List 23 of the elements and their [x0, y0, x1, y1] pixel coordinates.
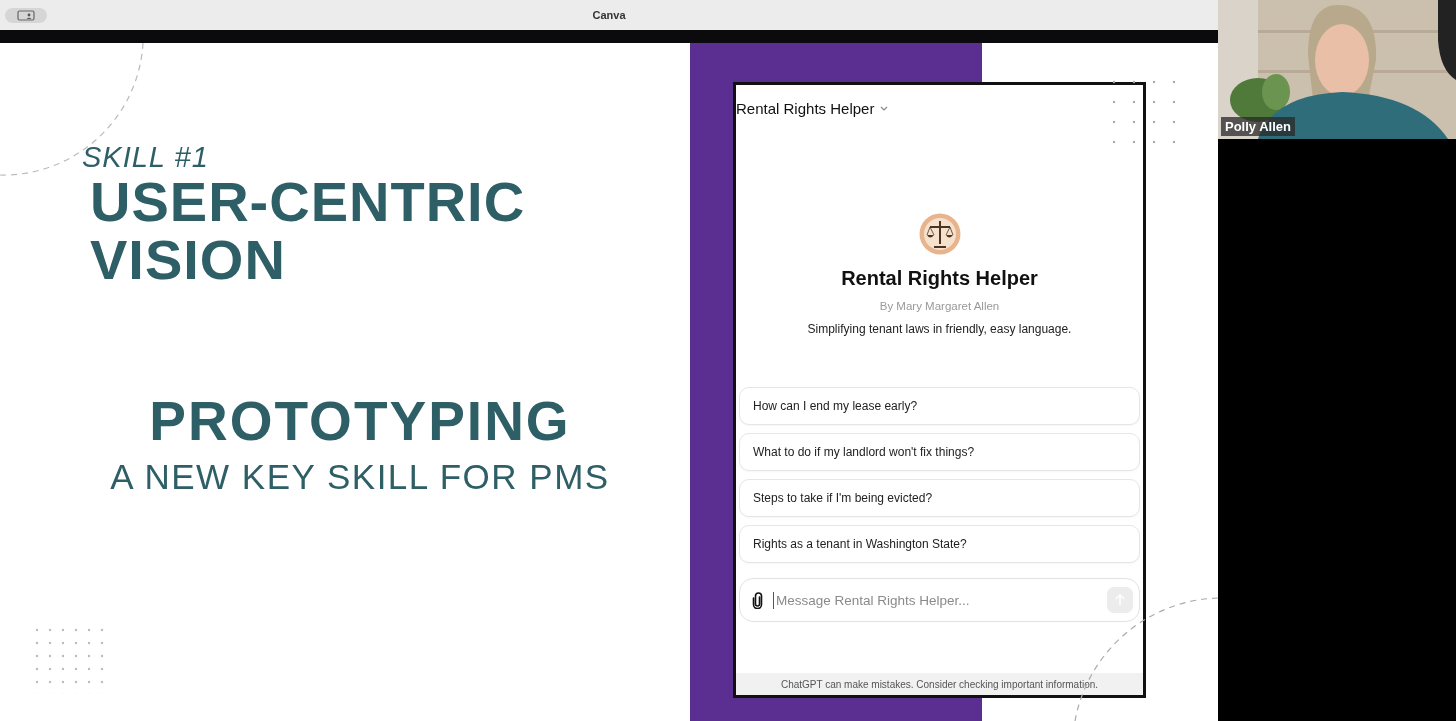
suggestion-button[interactable]: Rights as a tenant in Washington State? [739, 525, 1140, 563]
suggestion-button[interactable]: What to do if my landlord won't fix things? [739, 433, 1140, 471]
description-text: Simplifying tenant laws in friendly, easy language. [807, 322, 1072, 336]
suggestion-button[interactable]: How can I end my lease early? [739, 387, 1140, 425]
topic-title: PROTOTYPING [149, 391, 571, 451]
suggestion-button[interactable]: Steps to take if I'm being evicted? [739, 479, 1140, 517]
assistant-name: Rental Rights Helper [841, 267, 1038, 290]
paperclip-icon [752, 591, 763, 609]
subtitle: A NEW KEY SKILL FOR PMS [110, 457, 610, 497]
skill-label: SKILL #1 [82, 141, 209, 174]
window-title: Canva [592, 9, 626, 21]
scales-avatar-icon [918, 213, 961, 255]
screen-share-button[interactable] [5, 7, 47, 23]
message-field[interactable]: Message Rental Rights Helper... [773, 591, 1097, 609]
chevron-down-icon [880, 106, 889, 111]
message-composer[interactable]: Message Rental Rights Helper... [739, 578, 1140, 622]
headline: VISION [90, 231, 287, 289]
headline: USER-CENTRIC [90, 173, 526, 231]
author-text: By Mary Margaret Allen [879, 300, 1000, 312]
disclaimer-text: ChatGPT can make mistakes. Consider checking important information. [780, 678, 1099, 690]
participant-name: Polly Allen [1221, 117, 1295, 136]
chat-header-title[interactable]: Rental Rights Helper [736, 100, 889, 117]
screen-share-icon [17, 9, 35, 21]
